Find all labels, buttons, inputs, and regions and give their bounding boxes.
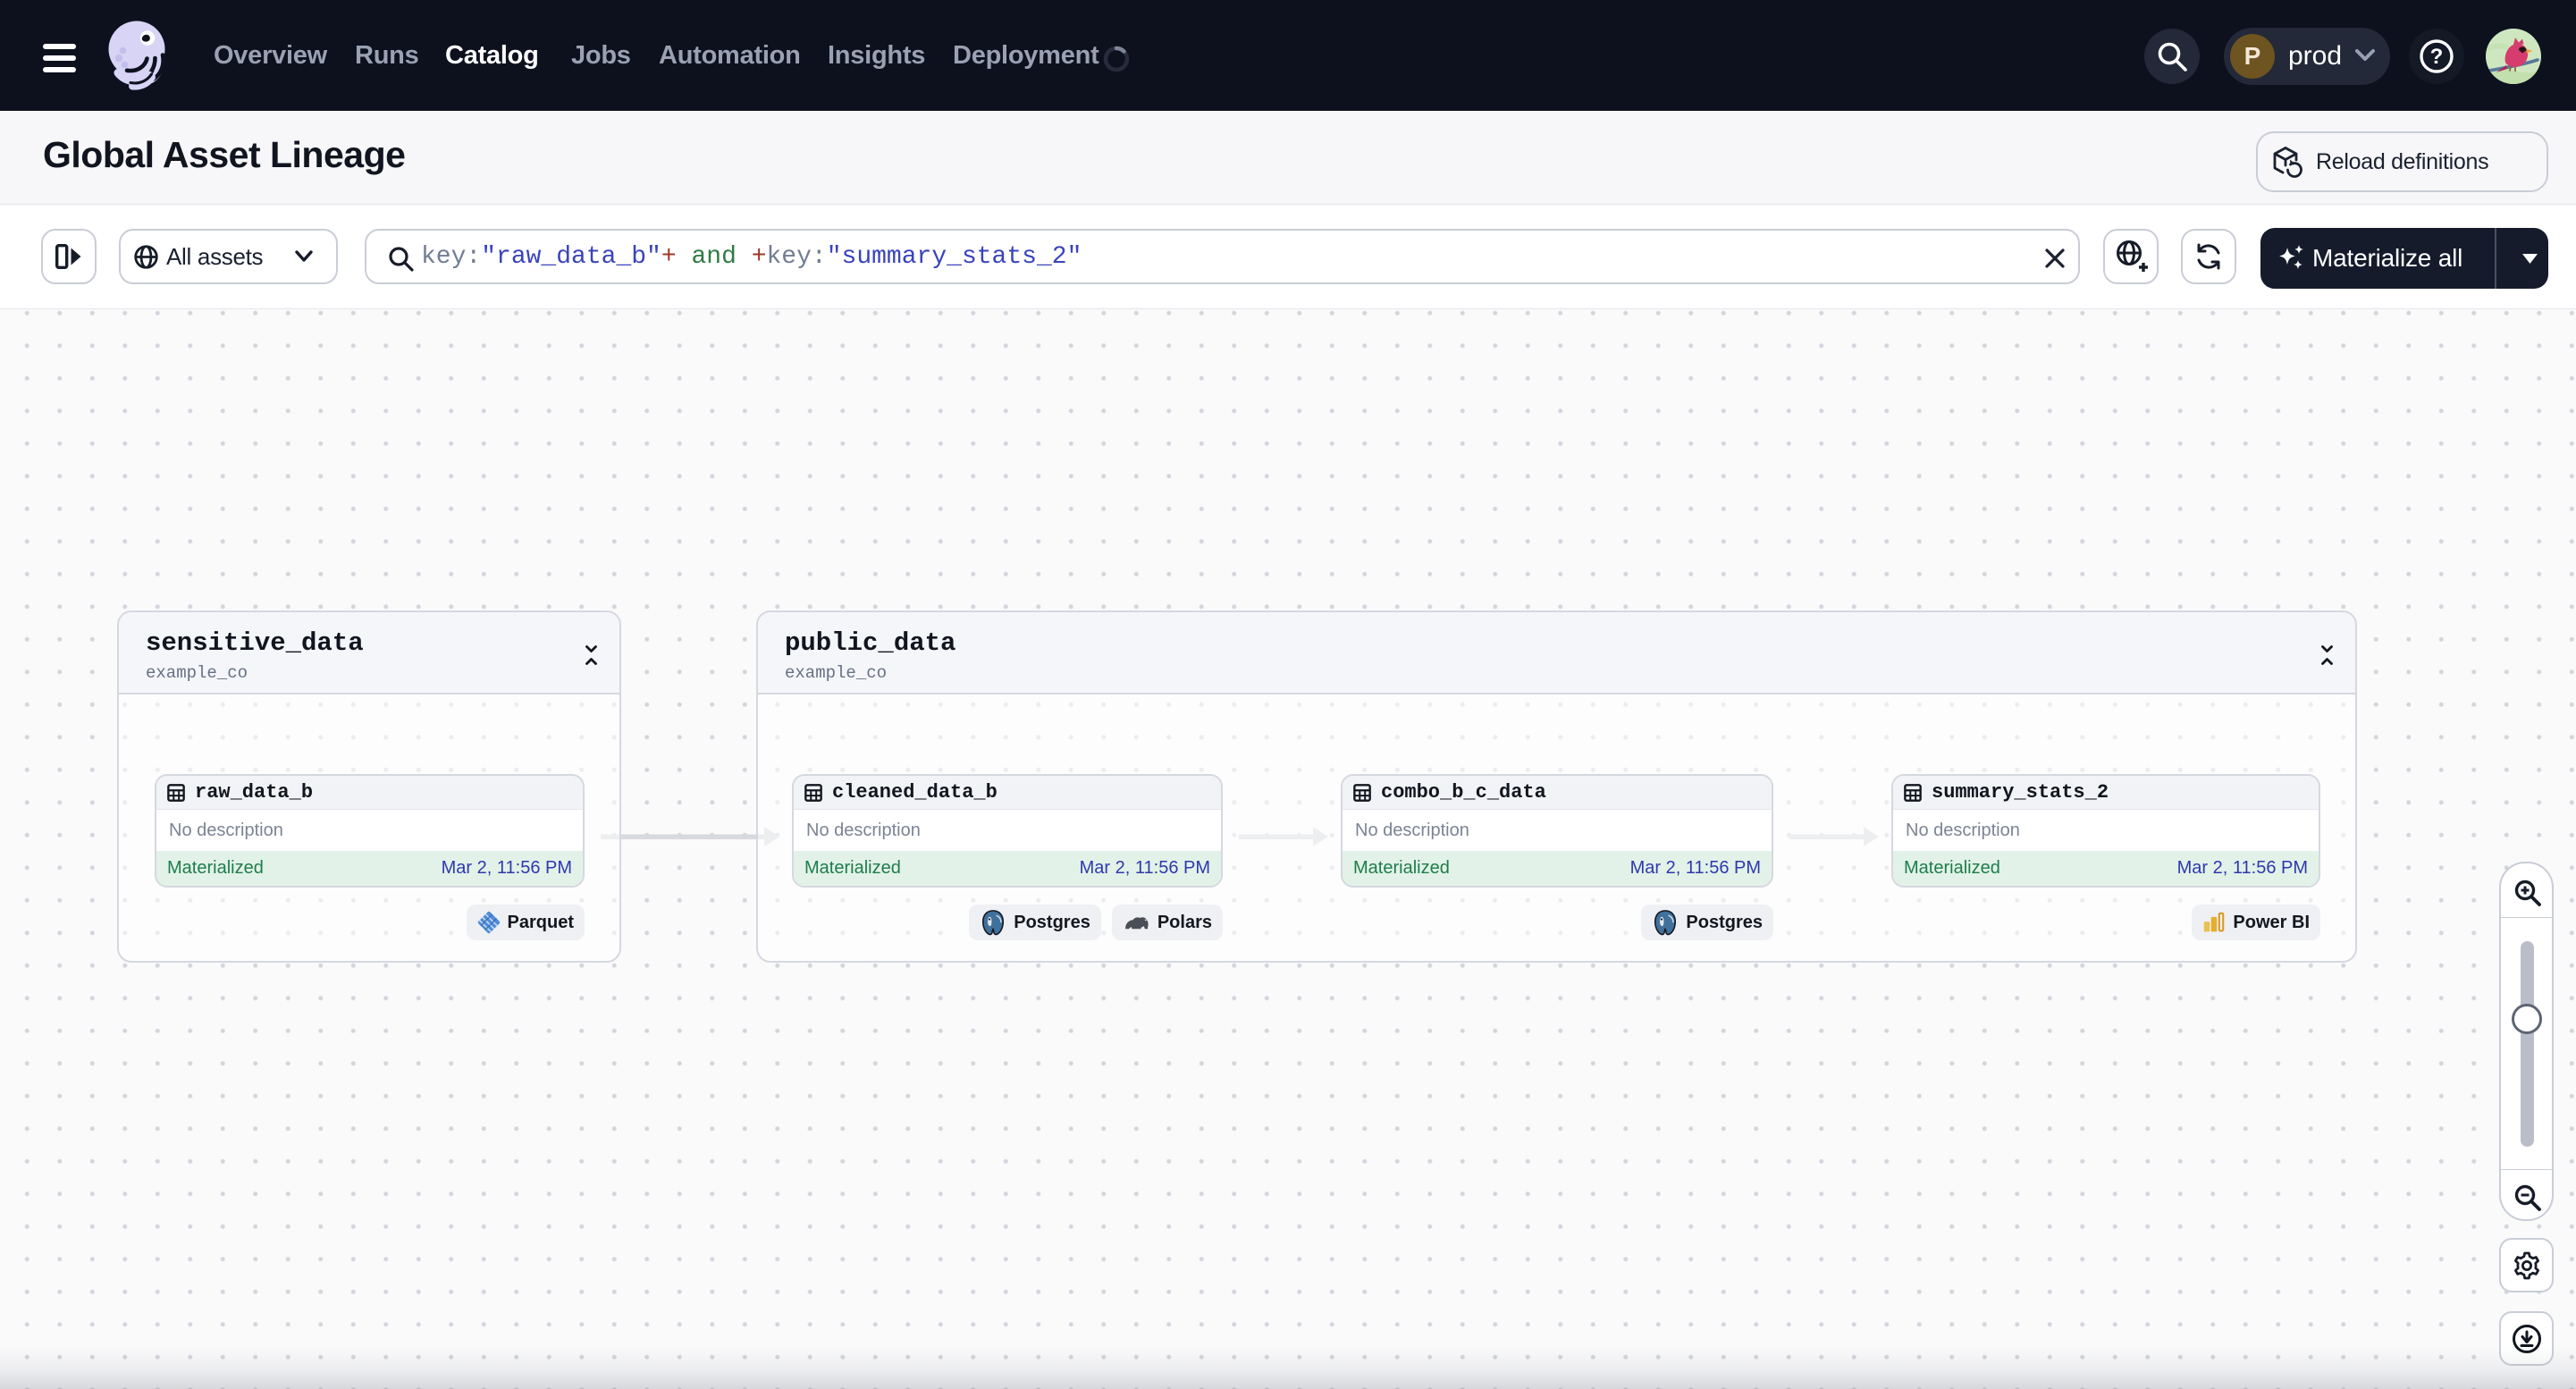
svg-text:?: ? (2430, 45, 2444, 69)
